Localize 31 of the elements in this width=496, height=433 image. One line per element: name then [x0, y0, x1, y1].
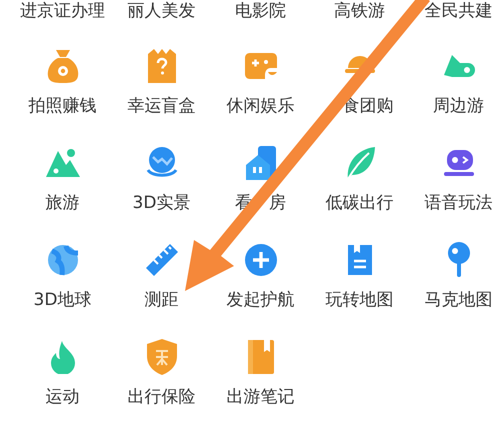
feature-button[interactable]: 运动	[13, 337, 112, 433]
feature-button[interactable]: 3D地球	[13, 240, 112, 337]
feature-button[interactable]: 出游笔记	[211, 337, 310, 433]
feature-button[interactable]: 玩转地图	[310, 240, 409, 337]
feature-button[interactable]: 全民共建	[409, 1, 496, 46]
feature-button[interactable]: 3D实景	[112, 143, 211, 240]
feature-button[interactable]: 旅游	[13, 143, 112, 240]
shield-icon	[144, 338, 178, 376]
feature-button[interactable]: 丽人美发	[112, 1, 211, 46]
feature-button[interactable]: 进京证办理	[13, 1, 112, 46]
feature-button[interactable]: 马克地图	[409, 240, 496, 337]
feature-button[interactable]: 拍照赚钱	[13, 46, 112, 143]
book-icon	[246, 339, 276, 375]
house-icon	[244, 145, 278, 181]
feature-button[interactable]: 出行保险	[112, 337, 211, 433]
money-bag-icon	[46, 48, 80, 84]
feature-button[interactable]: 测距	[112, 240, 211, 337]
feature-button[interactable]: 周边游	[409, 46, 496, 143]
feature-button[interactable]: 休闲娱乐	[211, 46, 310, 143]
feature-button[interactable]: 幸运盲盒	[112, 46, 211, 143]
feature-button[interactable]: 发起护航	[211, 240, 310, 337]
earth-icon	[46, 243, 80, 277]
gamepad-icon	[244, 50, 278, 82]
feature-button[interactable]: 语音玩法	[409, 143, 496, 240]
feature-button[interactable]: 低碳出行	[310, 143, 409, 240]
plus-icon	[244, 243, 278, 277]
document-icon	[346, 243, 374, 277]
feature-button[interactable]: 高铁游	[310, 1, 409, 46]
ruler-icon	[144, 242, 180, 278]
feature-button[interactable]: 电影院	[211, 1, 310, 46]
mountain-icon	[44, 147, 80, 179]
